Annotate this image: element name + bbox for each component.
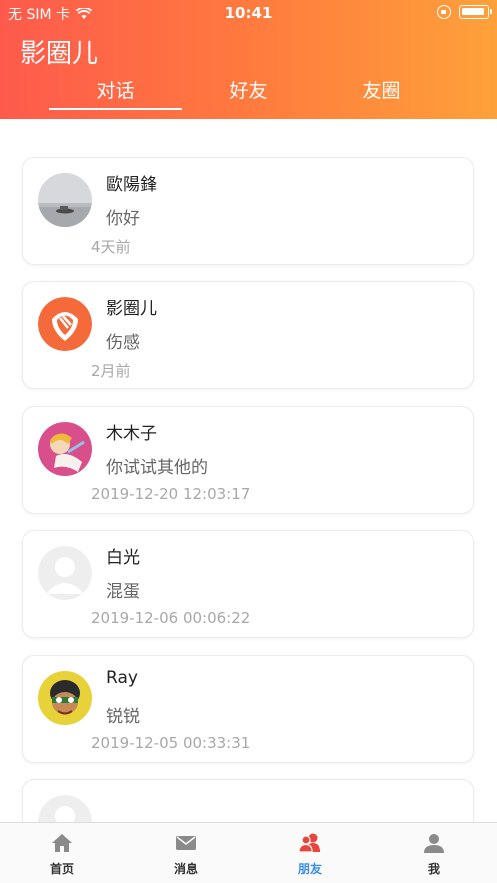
conversation-card[interactable] xyxy=(22,779,474,822)
tab-conversations[interactable]: 对话 xyxy=(49,76,182,110)
last-message: 混蛋 xyxy=(106,582,140,602)
last-message: 你试试其他的 xyxy=(106,458,208,478)
avatar[interactable] xyxy=(38,671,92,725)
tabbar-label: 消息 xyxy=(173,862,198,876)
contact-name: 白光 xyxy=(106,548,140,568)
tabbar-label: 首页 xyxy=(49,862,74,876)
tabbar-label: 朋友 xyxy=(297,862,322,876)
conversation-card[interactable]: 木木子 你试试其他的 2019-12-20 12:03:17 xyxy=(22,406,474,514)
avatar[interactable] xyxy=(38,297,92,351)
page-title: 影圈儿 xyxy=(20,39,99,69)
conversation-list[interactable]: 歐陽鋒 你好 4天前 影圈儿 伤感 2月前 木木子 你试试其他的 2019-12… xyxy=(0,119,497,822)
tabbar-item-me[interactable]: 我 xyxy=(372,823,496,883)
conversation-card[interactable]: 白光 混蛋 2019-12-06 00:06:22 xyxy=(22,530,474,638)
battery-icon xyxy=(459,5,492,19)
tabbar-item-messages[interactable]: 消息 xyxy=(124,823,248,883)
avatar[interactable] xyxy=(38,546,92,600)
contact-name: 木木子 xyxy=(106,424,157,444)
status-bar: 无 SIM 卡 10:41 xyxy=(0,0,497,26)
status-time: 10:41 xyxy=(224,4,273,22)
tabbar-item-friends[interactable]: 朋友 xyxy=(248,823,372,883)
tab-friends[interactable]: 好友 xyxy=(196,76,301,110)
last-message: 你好 xyxy=(106,209,140,229)
avatar[interactable] xyxy=(38,795,92,822)
orientation-lock-icon xyxy=(437,5,451,19)
header: 无 SIM 卡 10:41 影圈儿 对话 好友 友圈 xyxy=(0,0,497,119)
conversation-card[interactable]: Ray 锐锐 2019-12-05 00:33:31 xyxy=(22,655,474,763)
message-time: 2019-12-20 12:03:17 xyxy=(91,485,251,503)
top-tabs: 对话 好友 友圈 xyxy=(49,76,449,110)
message-time: 2019-12-05 00:33:31 xyxy=(91,734,251,752)
conversation-card[interactable]: 影圈儿 伤感 2月前 xyxy=(22,281,474,389)
message-time: 2月前 xyxy=(91,362,131,380)
message-time: 2019-12-06 00:06:22 xyxy=(91,609,251,627)
envelope-icon xyxy=(176,836,196,850)
last-message: 锐锐 xyxy=(106,707,140,727)
bottom-tab-bar: 首页 消息 朋友 我 xyxy=(0,822,497,883)
avatar[interactable] xyxy=(38,422,92,476)
conversation-card[interactable]: 歐陽鋒 你好 4天前 xyxy=(22,157,474,265)
avatar[interactable] xyxy=(38,173,92,227)
active-tab-indicator xyxy=(49,108,182,110)
message-time: 4天前 xyxy=(91,238,131,256)
contact-name: Ray xyxy=(106,668,138,688)
contact-name: 歐陽鋒 xyxy=(106,175,157,195)
friends-icon xyxy=(298,833,320,853)
tab-moments[interactable]: 友圈 xyxy=(329,76,434,110)
tabbar-item-home[interactable]: 首页 xyxy=(0,823,124,883)
contact-name: 影圈儿 xyxy=(106,299,157,319)
status-right xyxy=(437,5,492,19)
tabbar-label: 我 xyxy=(427,862,440,876)
last-message: 伤感 xyxy=(106,333,140,353)
person-icon xyxy=(424,834,444,853)
home-icon xyxy=(52,834,72,852)
